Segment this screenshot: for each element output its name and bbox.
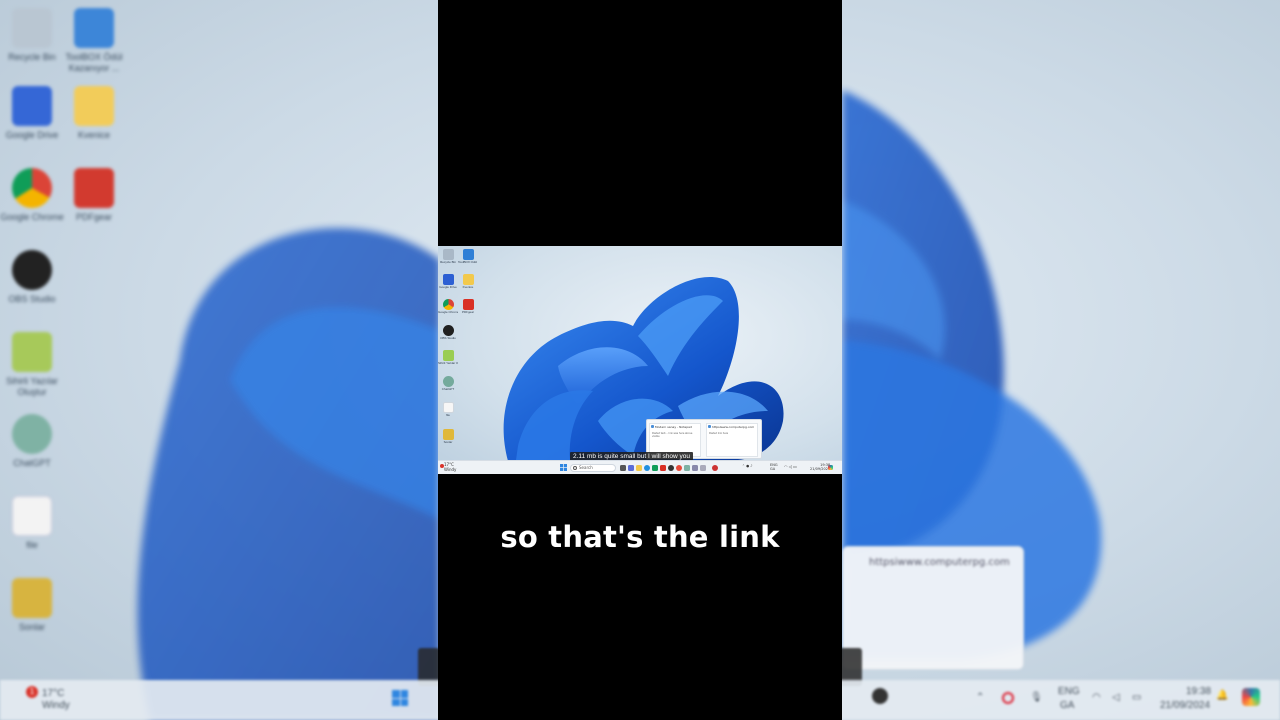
desktop-screenshot: Recycle Bin ToolBOX Ödül Kazanıyor Googl… — [438, 246, 842, 474]
desktop-icon-chatgpt[interactable]: ChatGPT — [438, 376, 458, 392]
obs-taskbar-icon — [872, 688, 888, 704]
file-explorer-icon[interactable] — [636, 465, 642, 471]
notification-badge: 1 — [26, 686, 38, 698]
chrome-icon — [442, 299, 454, 310]
network-volume-battery[interactable]: ◠ ◁ ▭ — [784, 464, 797, 469]
store-icon[interactable] — [652, 465, 658, 471]
chrome-taskbar-icon[interactable] — [676, 465, 682, 471]
bg-icon-chatgpt: ChatGPT — [0, 414, 72, 469]
chatgpt-icon — [12, 414, 52, 454]
speaker-icon: ◁ — [788, 464, 792, 469]
microphone-icon: 🎙 — [1030, 692, 1043, 703]
notepad-taskbar-icon[interactable] — [684, 465, 690, 471]
video-subtitle: so that's the link — [500, 520, 780, 554]
chevron-up-icon: ⌃ — [976, 692, 985, 703]
windows-start-icon — [392, 690, 408, 706]
app-shortcut-icon — [12, 332, 52, 372]
recycle-bin-icon — [12, 8, 52, 48]
chatgpt-icon — [442, 376, 454, 387]
battery-icon: ▭ — [793, 464, 797, 469]
bg-icon-app-shortcut: Sihirli Yazılar Oluştur — [0, 332, 72, 398]
youtube-icon[interactable] — [660, 465, 666, 471]
record-icon: ● — [746, 464, 750, 468]
microphone-icon: ♪ — [750, 464, 753, 468]
bg-icon-obs: OBS Studio — [0, 250, 72, 305]
weather-widget[interactable]: 17°C Windy — [444, 462, 456, 472]
chrome-icon — [12, 168, 52, 208]
bg-icon-shortcut: Sonlar — [0, 578, 72, 633]
app-taskbar-icon[interactable] — [692, 465, 698, 471]
language-indicator[interactable]: ENG GA — [770, 463, 778, 471]
recycle-bin-icon — [442, 249, 454, 260]
wifi-icon: ◠ — [784, 464, 788, 469]
desktop-icon-obs[interactable]: OBS Studio — [438, 325, 458, 341]
recorder-taskbar-icon[interactable] — [712, 465, 718, 471]
battery-icon: ▭ — [1132, 692, 1142, 703]
bg-icon-file: file — [0, 496, 72, 551]
shortcut-icon — [442, 429, 454, 440]
pdf-icon — [74, 168, 114, 208]
bell-icon: 🔔 — [1216, 690, 1229, 701]
system-tray[interactable]: ⌃ ● ♪ — [742, 464, 752, 468]
preview-thumbnail-link[interactable]: httpsiwww.computerpg.com Pasted link her… — [706, 423, 758, 457]
chevron-up-icon: ⌃ — [742, 464, 745, 468]
taskbar: 17°C Windy Search ⌃ ● ♪ ENG GA ◠ ◁ ▭ 19:… — [438, 460, 842, 474]
search-icon — [573, 466, 577, 470]
notepad-icon — [708, 425, 711, 428]
bg-taskbar-preview-popup: httpsiwww.computerpg.com — [842, 546, 1024, 670]
edge-icon[interactable] — [644, 465, 650, 471]
desktop-icon-chrome[interactable]: Google Chrome — [438, 299, 458, 315]
folder-icon — [462, 274, 474, 285]
bg-icon-toolbox: ToolBOX Ödül Kazanıyor ... — [54, 8, 134, 74]
app-taskbar-icon[interactable] — [700, 465, 706, 471]
toolbox-icon — [74, 8, 114, 48]
desktop-icon-file[interactable]: file — [438, 402, 458, 418]
obs-taskbar-icon[interactable] — [668, 465, 674, 471]
notepad-icon — [651, 425, 654, 428]
copilot-icon — [1242, 688, 1260, 706]
google-drive-icon — [442, 274, 454, 285]
task-view-icon[interactable] — [620, 465, 626, 471]
pdf-icon — [462, 299, 474, 310]
toolbox-icon — [462, 249, 474, 260]
file-icon — [12, 496, 52, 536]
folder-icon — [74, 86, 114, 126]
desktop-icon-google-drive[interactable]: Google Drive — [438, 274, 458, 290]
teams-icon[interactable] — [628, 465, 634, 471]
app-shortcut-icon — [442, 350, 454, 361]
obs-icon — [442, 325, 454, 336]
google-drive-icon — [12, 86, 52, 126]
record-icon — [1002, 692, 1014, 704]
bloom-wallpaper-small — [503, 277, 784, 461]
shortcut-icon — [12, 578, 52, 618]
desktop-icon-folder[interactable]: Kvenice — [458, 274, 478, 290]
bg-icon-pdf: PDFgear — [54, 168, 134, 223]
copilot-icon[interactable] — [828, 465, 833, 470]
desktop-icon-shortcut[interactable]: Sonlar — [438, 429, 458, 445]
desktop-icon-app-shortcut[interactable]: Sihirli Yazılar Oluştur — [438, 350, 458, 366]
wifi-icon: ◠ — [1092, 692, 1101, 703]
file-icon — [442, 402, 454, 413]
desktop-icon-pdf[interactable]: PDFgear — [458, 299, 478, 315]
desktop-icon-toolbox[interactable]: ToolBOX Ödül Kazanıyor — [458, 249, 478, 265]
bg-icon-folder: Kvenice — [54, 86, 134, 141]
windows-start-icon[interactable] — [560, 464, 567, 471]
desktop-icon-recycle-bin[interactable]: Recycle Bin — [438, 249, 458, 265]
speaker-icon: ◁ — [1112, 692, 1120, 703]
taskbar-search[interactable]: Search — [570, 464, 616, 472]
obs-icon — [12, 250, 52, 290]
